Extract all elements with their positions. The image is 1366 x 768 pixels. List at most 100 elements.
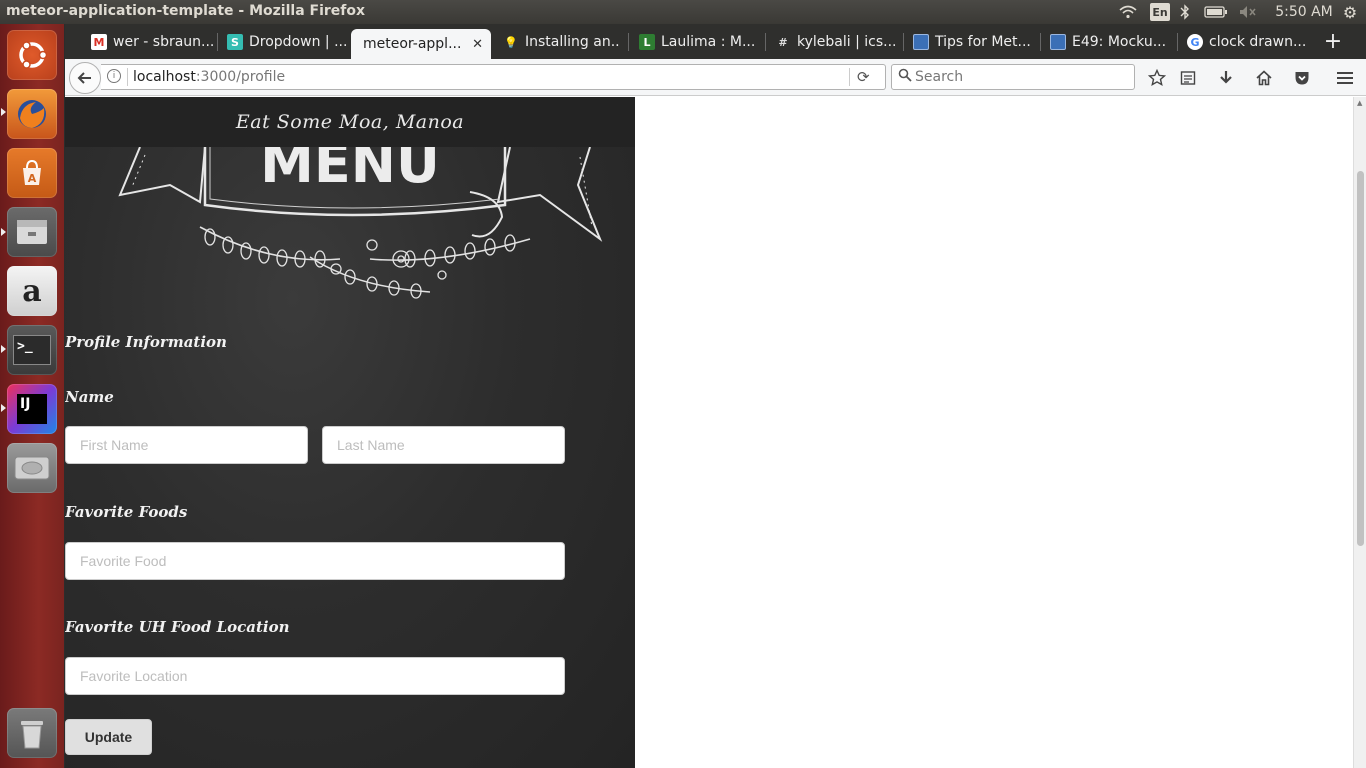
settings-gear-icon[interactable]: ⚙ [1340, 2, 1360, 22]
search-bar[interactable] [891, 64, 1135, 90]
tab-kylebali[interactable]: # kylebali | ics... [769, 28, 897, 56]
keyboard-layout-indicator[interactable]: En [1150, 3, 1170, 21]
url-separator [127, 68, 128, 86]
lightbulb-favicon-icon: 💡 [504, 35, 518, 49]
running-indicator [1, 345, 6, 353]
search-icon [898, 68, 912, 86]
battery-icon[interactable] [1203, 2, 1229, 22]
page-favicon-icon [913, 34, 929, 50]
tab-separator [217, 33, 218, 51]
window-title: meteor-application-template - Mozilla Fi… [6, 3, 366, 19]
firefox-window: M wer - sbraun... S Dropdown | ... meteo… [65, 24, 1366, 768]
firefox-icon[interactable] [7, 89, 57, 139]
tab-label: Dropdown | ... [249, 34, 348, 50]
favorite-foods-label: Favorite Foods [65, 503, 188, 521]
tab-clock-drawn[interactable]: G clock drawn... [1181, 28, 1311, 56]
search-input[interactable] [915, 68, 1125, 86]
home-icon[interactable] [1253, 67, 1275, 89]
tab-meteor-application[interactable]: meteor-appl... ✕ [351, 29, 491, 59]
terminal-icon[interactable]: >_ [7, 325, 57, 375]
hamburger-menu-icon[interactable] [1334, 67, 1356, 89]
scroll-up-icon[interactable]: ▲ [1357, 99, 1362, 107]
intellij-glyph: IJ [17, 394, 47, 424]
tab-label: E49: Mocku... [1072, 34, 1167, 50]
reload-icon[interactable]: ⟳ [857, 68, 870, 86]
chalk-menu-banner-illustration: MENU [118, 147, 603, 299]
system-top-panel: meteor-application-template - Mozilla Fi… [0, 0, 1366, 24]
tab-dropdown[interactable]: S Dropdown | ... [221, 28, 349, 56]
favorite-food-field[interactable] [65, 542, 565, 580]
unity-launcher: A a >_ IJ [0, 24, 65, 768]
tab-label: clock drawn... [1209, 34, 1307, 50]
ubuntu-dash-icon[interactable] [7, 30, 57, 80]
banner-text: MENU [260, 147, 440, 195]
site-info-icon[interactable]: i [107, 69, 121, 83]
laulima-favicon-icon: L [639, 34, 655, 50]
url-path: :3000/profile [195, 69, 286, 85]
tab-separator [1040, 33, 1041, 51]
page-favicon-icon [1050, 34, 1066, 50]
tab-separator [903, 33, 904, 51]
url-text[interactable]: localhost:3000/profile [133, 69, 285, 85]
url-separator [849, 68, 850, 86]
downloads-icon[interactable] [1215, 67, 1237, 89]
bookmark-star-icon[interactable] [1146, 67, 1168, 89]
semantic-ui-favicon-icon: S [227, 34, 243, 50]
close-tab-icon[interactable]: ✕ [472, 37, 483, 52]
tab-label: Installing an... [525, 34, 621, 50]
software-center-icon[interactable]: A [7, 148, 57, 198]
svg-text:A: A [28, 172, 37, 185]
tab-label: Laulima : M... [661, 34, 756, 50]
update-button[interactable]: Update [65, 719, 152, 755]
volume-muted-icon[interactable] [1238, 2, 1258, 22]
navigation-toolbar: i localhost:3000/profile ⟳ [65, 59, 1366, 96]
bluetooth-icon[interactable] [1178, 2, 1192, 22]
chalkboard-panel: Eat Some Moa, Manoa MENU Profile Informa… [65, 97, 635, 768]
site-header: Eat Some Moa, Manoa [65, 97, 635, 147]
gmail-favicon-icon: M [91, 34, 107, 50]
google-favicon-icon: G [1187, 34, 1203, 50]
tab-strip: M wer - sbraun... S Dropdown | ... meteo… [65, 24, 1366, 59]
tab-tips-for-meteor[interactable]: Tips for Met... [907, 28, 1035, 56]
tab-label: meteor-appl... [363, 36, 462, 52]
first-name-field[interactable] [65, 426, 308, 464]
back-button[interactable] [69, 62, 101, 94]
running-indicator [1, 228, 6, 236]
pocket-icon[interactable] [1291, 67, 1313, 89]
amazon-icon[interactable]: a [7, 266, 57, 316]
menu-lettering: MENU [260, 147, 440, 195]
tab-separator [1177, 33, 1178, 51]
trash-icon[interactable] [7, 708, 57, 758]
tab-installing[interactable]: 💡 Installing an... [497, 28, 621, 56]
intellij-idea-icon[interactable]: IJ [7, 384, 57, 434]
files-icon[interactable] [7, 207, 57, 257]
amazon-glyph: a [22, 273, 42, 309]
favorite-location-label: Favorite UH Food Location [65, 618, 290, 636]
back-arrow-icon [77, 72, 91, 84]
url-bar[interactable]: i localhost:3000/profile ⟳ [101, 64, 886, 90]
tab-gmail[interactable]: M wer - sbraun... [85, 28, 215, 56]
clock[interactable]: 5:50 AM [1274, 2, 1334, 22]
last-name-field[interactable] [322, 426, 565, 464]
tab-label: wer - sbraun... [113, 34, 215, 50]
tab-laulima[interactable]: L Laulima : M... [633, 28, 757, 56]
tab-e49-mockup[interactable]: E49: Mocku... [1044, 28, 1172, 56]
tab-separator [628, 33, 629, 51]
disk-drive-icon[interactable] [7, 443, 57, 493]
wifi-icon[interactable] [1117, 2, 1139, 22]
scrollbar-thumb[interactable] [1357, 171, 1364, 546]
reading-list-icon[interactable] [1177, 67, 1199, 89]
terminal-glyph: >_ [13, 335, 51, 365]
name-label: Name [65, 388, 114, 406]
tab-label: kylebali | ics... [797, 34, 897, 50]
profile-section-title: Profile Information [65, 333, 227, 351]
slack-favicon-icon: # [778, 35, 788, 49]
tab-label: Tips for Met... [935, 34, 1031, 50]
new-tab-icon[interactable]: + [1321, 29, 1345, 54]
site-title[interactable]: Eat Some Moa, Manoa [236, 111, 464, 133]
page-scrollbar[interactable]: ▲ [1353, 97, 1366, 768]
page-viewport: Eat Some Moa, Manoa MENU Profile Informa… [65, 97, 1353, 768]
running-indicator [1, 404, 6, 412]
tab-separator [765, 33, 766, 51]
favorite-location-field[interactable] [65, 657, 565, 695]
